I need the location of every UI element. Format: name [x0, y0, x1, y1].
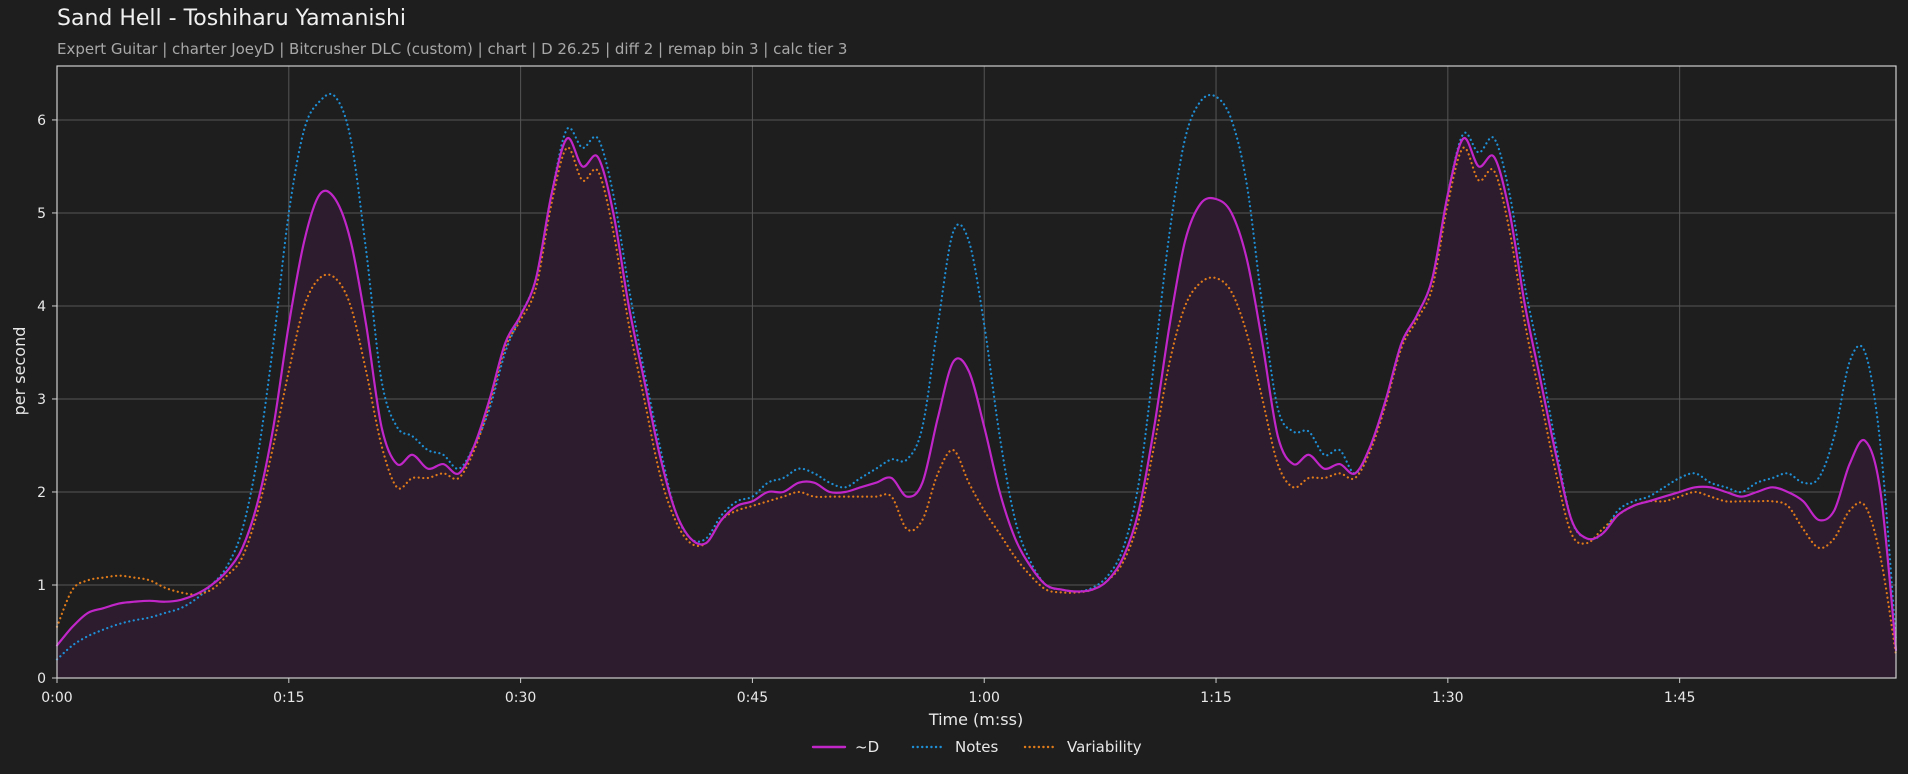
x-tick-label: 1:00 — [969, 690, 1000, 706]
y-tick-label: 6 — [37, 113, 46, 129]
x-tick-label: 0:30 — [505, 690, 536, 706]
x-tick-label: 1:45 — [1664, 690, 1695, 706]
x-tick-label: 1:15 — [1200, 690, 1231, 706]
x-tick-label: 0:00 — [41, 690, 72, 706]
x-tick-label: 0:45 — [737, 690, 768, 706]
x-axis-label: Time (m:ss) — [928, 710, 1023, 729]
y-tick-label: 3 — [37, 392, 46, 408]
legend-label: Notes — [955, 738, 999, 756]
y-tick-label: 5 — [37, 206, 46, 222]
y-axis-label: per second — [10, 327, 29, 416]
y-tick-label: 1 — [37, 578, 46, 594]
legend: ~D Notes Variability — [811, 738, 1142, 756]
y-tick-label: 4 — [37, 299, 46, 315]
chart-canvas: 0:00 0:15 0:30 0:45 1:00 1:15 1:30 1:45 0 1 2 3 4 5 6… — [10, 65, 1898, 756]
legend-label: ~D — [855, 738, 879, 756]
legend-label: Variability — [1067, 738, 1142, 756]
y-axis-ticks: 0 1 2 3 4 5 6 — [37, 113, 57, 687]
area-fill-~D — [57, 138, 1896, 679]
y-tick-label: 2 — [37, 485, 46, 501]
area-fill — [57, 138, 1896, 679]
x-axis-ticks: 0:00 0:15 0:30 0:45 1:00 1:15 1:30 1:45 — [41, 678, 1695, 706]
y-tick-label: 0 — [37, 671, 46, 687]
x-tick-label: 1:30 — [1432, 690, 1463, 706]
x-tick-label: 0:15 — [273, 690, 304, 706]
